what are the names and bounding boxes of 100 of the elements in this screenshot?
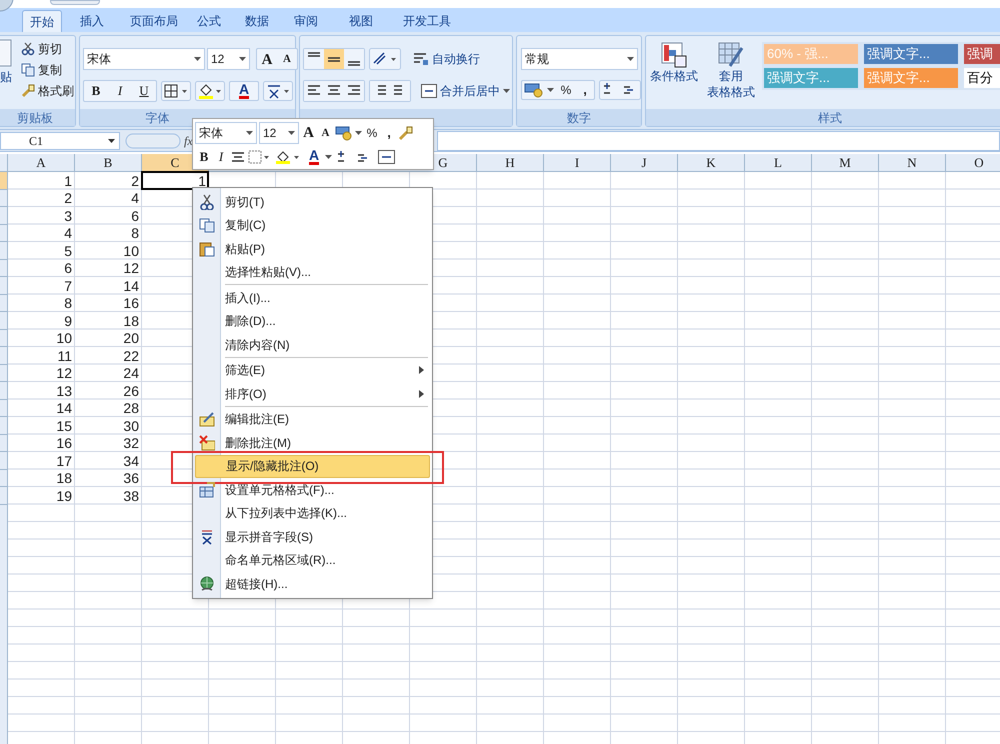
menu-item[interactable]: 筛选(E) xyxy=(193,358,432,382)
percent-button[interactable]: % xyxy=(557,81,575,99)
dropdown-caret-icon xyxy=(627,57,634,61)
row-header[interactable] xyxy=(0,260,7,277)
column-header[interactable]: K xyxy=(678,154,745,171)
clipboard-button[interactable]: 复制 xyxy=(21,61,74,79)
menu-item[interactable]: 排序(O) xyxy=(193,382,432,406)
menu-item[interactable]: 显示拼音字段(S) xyxy=(193,525,432,548)
column-header[interactable]: L xyxy=(745,154,812,171)
align-left-icon xyxy=(304,81,324,101)
font-color-button[interactable]: A xyxy=(306,148,322,165)
table-cell: 15 xyxy=(56,418,72,433)
table-cell: 6 xyxy=(131,208,139,223)
menu-item[interactable]: 插入(I)... xyxy=(193,286,432,310)
cell-style-button[interactable]: 强调文字... xyxy=(864,44,958,64)
column-header[interactable]: N xyxy=(879,154,946,171)
row-header[interactable] xyxy=(0,470,7,487)
menu-item[interactable]: 显示/隐藏批注(O) xyxy=(195,454,430,478)
menu-item[interactable]: 删除(D)... xyxy=(193,310,432,333)
clipboard-button[interactable]: 剪切 xyxy=(21,40,74,58)
ribbon-tab[interactable]: 公式 xyxy=(186,10,232,32)
clipboard-button[interactable]: 格式刷 xyxy=(21,82,74,100)
menu-item[interactable]: 剪切(T) xyxy=(193,190,432,214)
font-name-field[interactable]: 宋体 xyxy=(195,122,257,144)
ribbon-tab[interactable]: 开发工具 xyxy=(392,10,462,32)
shrink-font-button[interactable]: A xyxy=(277,49,297,69)
font-size-field[interactable]: 12 xyxy=(207,48,250,70)
fx-label[interactable]: fx xyxy=(184,132,193,150)
currency-icon xyxy=(335,124,353,141)
menu-item[interactable]: 命名单元格区域(R)... xyxy=(193,548,432,572)
comma-button[interactable]: , xyxy=(578,80,592,100)
dropdown-caret-icon xyxy=(239,57,246,61)
copy-icon xyxy=(21,63,35,77)
menu-item[interactable]: 复制(C) xyxy=(193,214,432,237)
menu-item[interactable]: 粘贴(P) xyxy=(193,237,432,260)
font-size-field[interactable]: 12 xyxy=(259,122,299,144)
number-format-field[interactable]: 常规 xyxy=(521,48,638,70)
menu-item[interactable]: 编辑批注(E) xyxy=(193,408,432,431)
bold-button[interactable]: B xyxy=(84,81,108,101)
grow-font-button[interactable]: A xyxy=(257,49,277,69)
underline-button[interactable]: U xyxy=(132,81,156,101)
table-cell: 16 xyxy=(56,436,72,450)
fill-color-icon xyxy=(195,81,225,101)
menu-item[interactable]: 选择性粘贴(V)... xyxy=(193,260,432,284)
menu-item[interactable]: 超链接(H)... xyxy=(193,572,432,596)
column-header[interactable]: I xyxy=(544,154,611,171)
menu-item[interactable]: 设置单元格格式(F)... xyxy=(193,478,432,502)
italic-button[interactable]: I xyxy=(214,147,228,166)
row-header[interactable] xyxy=(0,400,7,417)
brush-icon xyxy=(21,84,35,98)
percent-button[interactable]: % xyxy=(364,124,380,142)
ribbon-tab[interactable]: 插入 xyxy=(62,10,122,32)
column-header[interactable]: J xyxy=(611,154,678,171)
field-value: 常规 xyxy=(525,51,549,68)
row-header[interactable] xyxy=(0,330,7,347)
comma-button[interactable]: , xyxy=(382,123,396,142)
ribbon-tab[interactable]: 审阅 xyxy=(282,10,330,32)
column-header[interactable]: H xyxy=(477,154,544,171)
orientation-icon xyxy=(369,48,401,70)
grow-font-button[interactable]: A xyxy=(301,122,316,144)
menu-item[interactable]: 清除内容(N) xyxy=(193,333,432,356)
merge-center-button[interactable]: 合并后居中 xyxy=(421,82,510,100)
row-header[interactable] xyxy=(0,364,7,382)
quick-access-toolbar xyxy=(50,0,100,5)
font-color-button[interactable]: A xyxy=(229,81,259,101)
row-header[interactable] xyxy=(0,224,7,242)
row-header[interactable] xyxy=(0,190,7,207)
center-align-icon xyxy=(231,150,245,164)
phonetic-icon xyxy=(263,81,293,101)
borders-icon xyxy=(248,150,272,164)
menu-item[interactable]: 删除批注(M) xyxy=(193,431,432,454)
column-header[interactable]: A xyxy=(8,154,75,171)
ribbon-tab[interactable]: 视图 xyxy=(330,10,392,32)
column-header[interactable]: M xyxy=(812,154,879,171)
font-name-field[interactable]: 宋体 xyxy=(83,48,205,70)
row-header[interactable] xyxy=(0,294,7,312)
wrap-text-button[interactable]: 自动换行 xyxy=(413,50,480,68)
table-cell: 20 xyxy=(123,331,139,346)
table-cell: 9 xyxy=(64,314,72,328)
table-cell: 16 xyxy=(123,296,139,310)
cell-style-button[interactable]: 百分 xyxy=(964,68,1000,88)
conditional-format-button[interactable]: 条件格式 xyxy=(648,42,700,84)
italic-button[interactable]: I xyxy=(108,81,132,101)
column-header[interactable]: O xyxy=(946,154,1000,171)
shrink-font-button[interactable]: A xyxy=(318,124,333,141)
row-header[interactable] xyxy=(0,172,7,190)
table-cell: 38 xyxy=(123,488,139,503)
cell-style-button[interactable]: 强调 xyxy=(964,44,1000,64)
field-value: 宋体 xyxy=(87,51,111,68)
ribbon-tab[interactable]: 数据 xyxy=(232,10,282,32)
ribbon-tab[interactable]: 开始 xyxy=(22,10,62,32)
ribbon-tab[interactable]: 页面布局 xyxy=(122,10,186,32)
table-cell: 32 xyxy=(123,436,139,450)
row-header[interactable] xyxy=(0,434,7,452)
menu-item[interactable]: 从下拉列表中选择(K)... xyxy=(193,502,432,525)
formula-input[interactable] xyxy=(436,130,1000,150)
paste-button[interactable]: 贴 xyxy=(0,68,12,86)
name-box[interactable]: C1 xyxy=(0,132,120,150)
table-cell: 13 xyxy=(56,384,72,398)
table-cell: 8 xyxy=(131,226,139,240)
